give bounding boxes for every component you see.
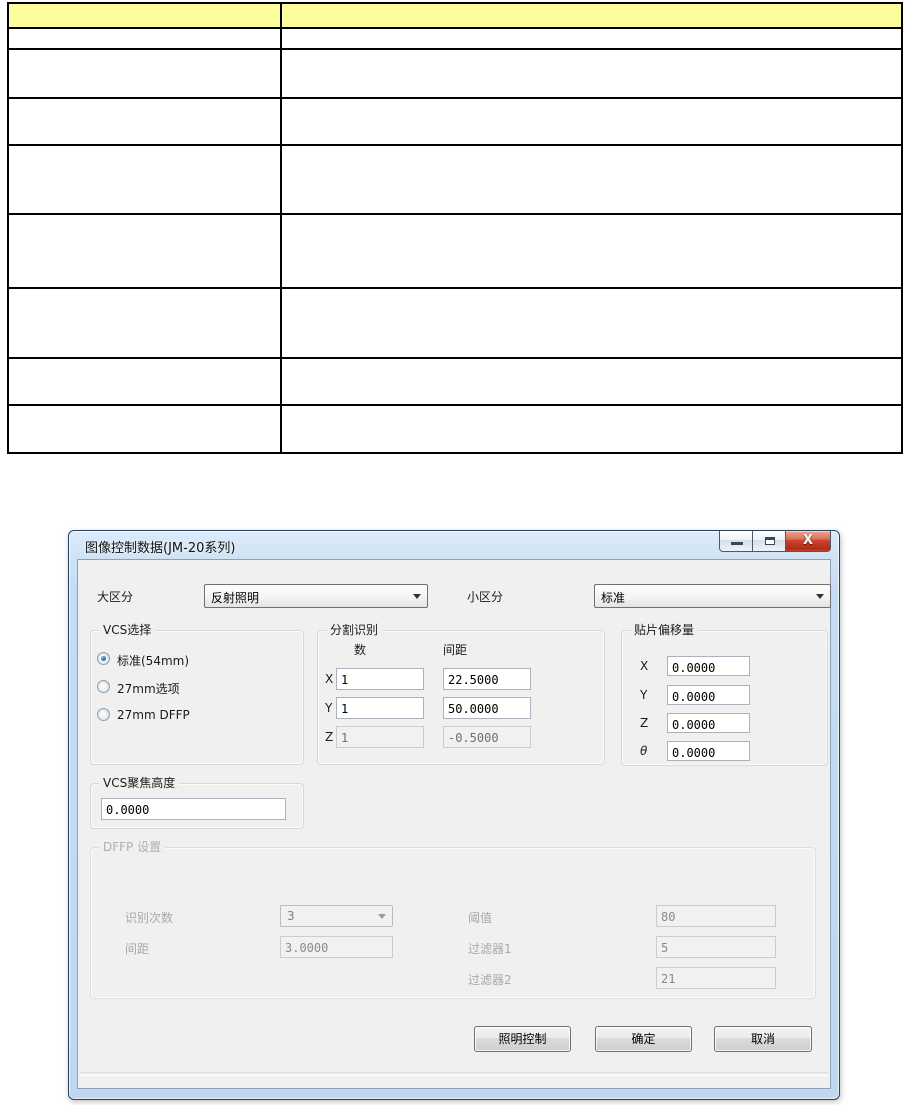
table-cell — [7, 287, 282, 359]
recognition-count-select: 3 — [280, 905, 393, 927]
split-x-pitch-field[interactable]: 22.5000 — [443, 668, 531, 690]
offset-y-label: Y — [640, 688, 648, 702]
threshold-field: 80 — [656, 905, 776, 927]
dffp-settings-group: DFFP 设置 识别次数 3 间距 3.0000 阈值 80 过滤器1 5 过滤… — [90, 840, 816, 999]
split-y-count-field[interactable]: 1 — [336, 697, 424, 719]
split-y-pitch-field[interactable]: 50.0000 — [443, 697, 531, 719]
recognition-count-value: 3 — [287, 909, 295, 923]
placement-offset-group-title: 贴片偏移量 — [630, 623, 699, 637]
threshold-label: 阈值 — [468, 911, 493, 925]
maximize-button[interactable] — [752, 531, 786, 552]
minor-category-value: 标准 — [601, 591, 626, 605]
radio-icon — [97, 652, 110, 665]
table-cell — [7, 97, 282, 146]
close-button[interactable]: X — [785, 531, 831, 552]
chevron-down-icon — [378, 914, 386, 919]
table-row — [7, 287, 903, 359]
table-header-cell — [280, 2, 903, 29]
dialog-title: 图像控制数据(JM-20系列) — [85, 541, 236, 556]
table-cell — [7, 27, 282, 50]
pitch-column-header: 间距 — [443, 643, 468, 657]
bottom-separator — [80, 1072, 828, 1076]
chevron-down-icon — [816, 594, 824, 599]
minimize-icon — [731, 542, 743, 545]
vcs-select-group: VCS选择 标准(54mm) 27mm选项 27mm DFFP — [90, 623, 304, 765]
offset-z-label: Z — [640, 716, 649, 730]
offset-x-field[interactable]: 0.0000 — [667, 656, 750, 676]
offset-theta-label: θ — [640, 744, 648, 758]
table-row — [7, 27, 903, 50]
recognition-count-label: 识别次数 — [125, 911, 174, 925]
table-cell — [7, 213, 282, 289]
filter2-label: 过滤器2 — [468, 973, 512, 987]
dialog-client-area: 大区分 反射照明 小区分 标准 VCS选择 标准(54mm) 27mm选项 27… — [77, 559, 831, 1089]
ok-button[interactable]: 确定 — [595, 1026, 692, 1052]
vcs-focus-height-group: VCS聚焦高度 0.0000 — [90, 776, 304, 829]
major-category-label: 大区分 — [97, 590, 134, 604]
offset-theta-field[interactable]: 0.0000 — [667, 741, 750, 761]
dffp-pitch-label: 间距 — [125, 942, 150, 956]
split-z-pitch-field: -0.5000 — [443, 726, 531, 748]
minimize-button[interactable] — [719, 531, 753, 552]
dffp-settings-group-title: DFFP 设置 — [99, 840, 166, 854]
maximize-icon — [765, 537, 775, 545]
table-row — [7, 97, 903, 146]
filter2-field: 21 — [656, 967, 776, 989]
filter1-label: 过滤器1 — [468, 942, 512, 956]
axis-y-label: Y — [325, 701, 333, 715]
table-cell — [280, 213, 903, 289]
table-row — [7, 357, 903, 406]
table-header-cell — [7, 2, 282, 29]
split-x-count-field[interactable]: 1 — [336, 668, 424, 690]
filter1-field: 5 — [656, 936, 776, 958]
minor-category-select[interactable]: 标准 — [594, 584, 831, 608]
offset-y-field[interactable]: 0.0000 — [667, 685, 750, 705]
table-row — [7, 48, 903, 99]
vcs-focus-height-group-title: VCS聚焦高度 — [99, 776, 180, 790]
table-cell — [7, 144, 282, 215]
table-cell — [280, 357, 903, 406]
document-table — [7, 2, 903, 454]
radio-label: 27mm选项 — [117, 682, 180, 696]
table-cell — [280, 404, 903, 454]
table-cell — [7, 48, 282, 99]
split-recognition-group-title: 分割识别 — [326, 623, 383, 637]
close-icon: X — [802, 533, 814, 548]
dffp-pitch-field: 3.0000 — [280, 936, 393, 958]
radio-icon — [97, 680, 110, 693]
table-header-row — [7, 2, 903, 29]
table-row — [7, 404, 903, 454]
vcs-focus-height-field[interactable]: 0.0000 — [101, 798, 286, 820]
split-recognition-group: 分割识别 数 间距 X 1 22.5000 Y 1 50.0000 Z 1 -0… — [317, 623, 605, 765]
table-row — [7, 213, 903, 289]
table-cell — [280, 27, 903, 50]
table-row — [7, 144, 903, 215]
offset-x-label: X — [640, 659, 649, 673]
cancel-button[interactable]: 取消 — [714, 1026, 812, 1052]
table-cell — [280, 287, 903, 359]
minor-category-label: 小区分 — [467, 590, 504, 604]
table-cell — [280, 48, 903, 99]
major-category-value: 反射照明 — [211, 591, 260, 605]
radio-label: 27mm DFFP — [117, 708, 190, 722]
axis-z-label: Z — [325, 730, 334, 744]
window-controls: X — [719, 531, 831, 552]
table-cell — [7, 404, 282, 454]
vcs-select-group-title: VCS选择 — [99, 623, 156, 637]
radio-icon — [97, 708, 110, 721]
split-z-count-field: 1 — [336, 726, 424, 748]
chevron-down-icon — [413, 594, 421, 599]
table-cell — [280, 97, 903, 146]
count-column-header: 数 — [354, 643, 367, 657]
axis-x-label: X — [325, 672, 334, 686]
radio-label: 标准(54mm) — [117, 654, 190, 668]
placement-offset-group: 贴片偏移量 X 0.0000 Y 0.0000 Z 0.0000 θ 0.000… — [621, 623, 828, 766]
offset-z-field[interactable]: 0.0000 — [667, 713, 750, 733]
lighting-control-button[interactable]: 照明控制 — [474, 1026, 571, 1052]
table-cell — [7, 357, 282, 406]
major-category-select[interactable]: 反射照明 — [204, 584, 428, 608]
dialog-window: 图像控制数据(JM-20系列) X 大区分 反射照明 小区分 标准 VCS选择 … — [68, 530, 840, 1100]
table-cell — [280, 144, 903, 215]
